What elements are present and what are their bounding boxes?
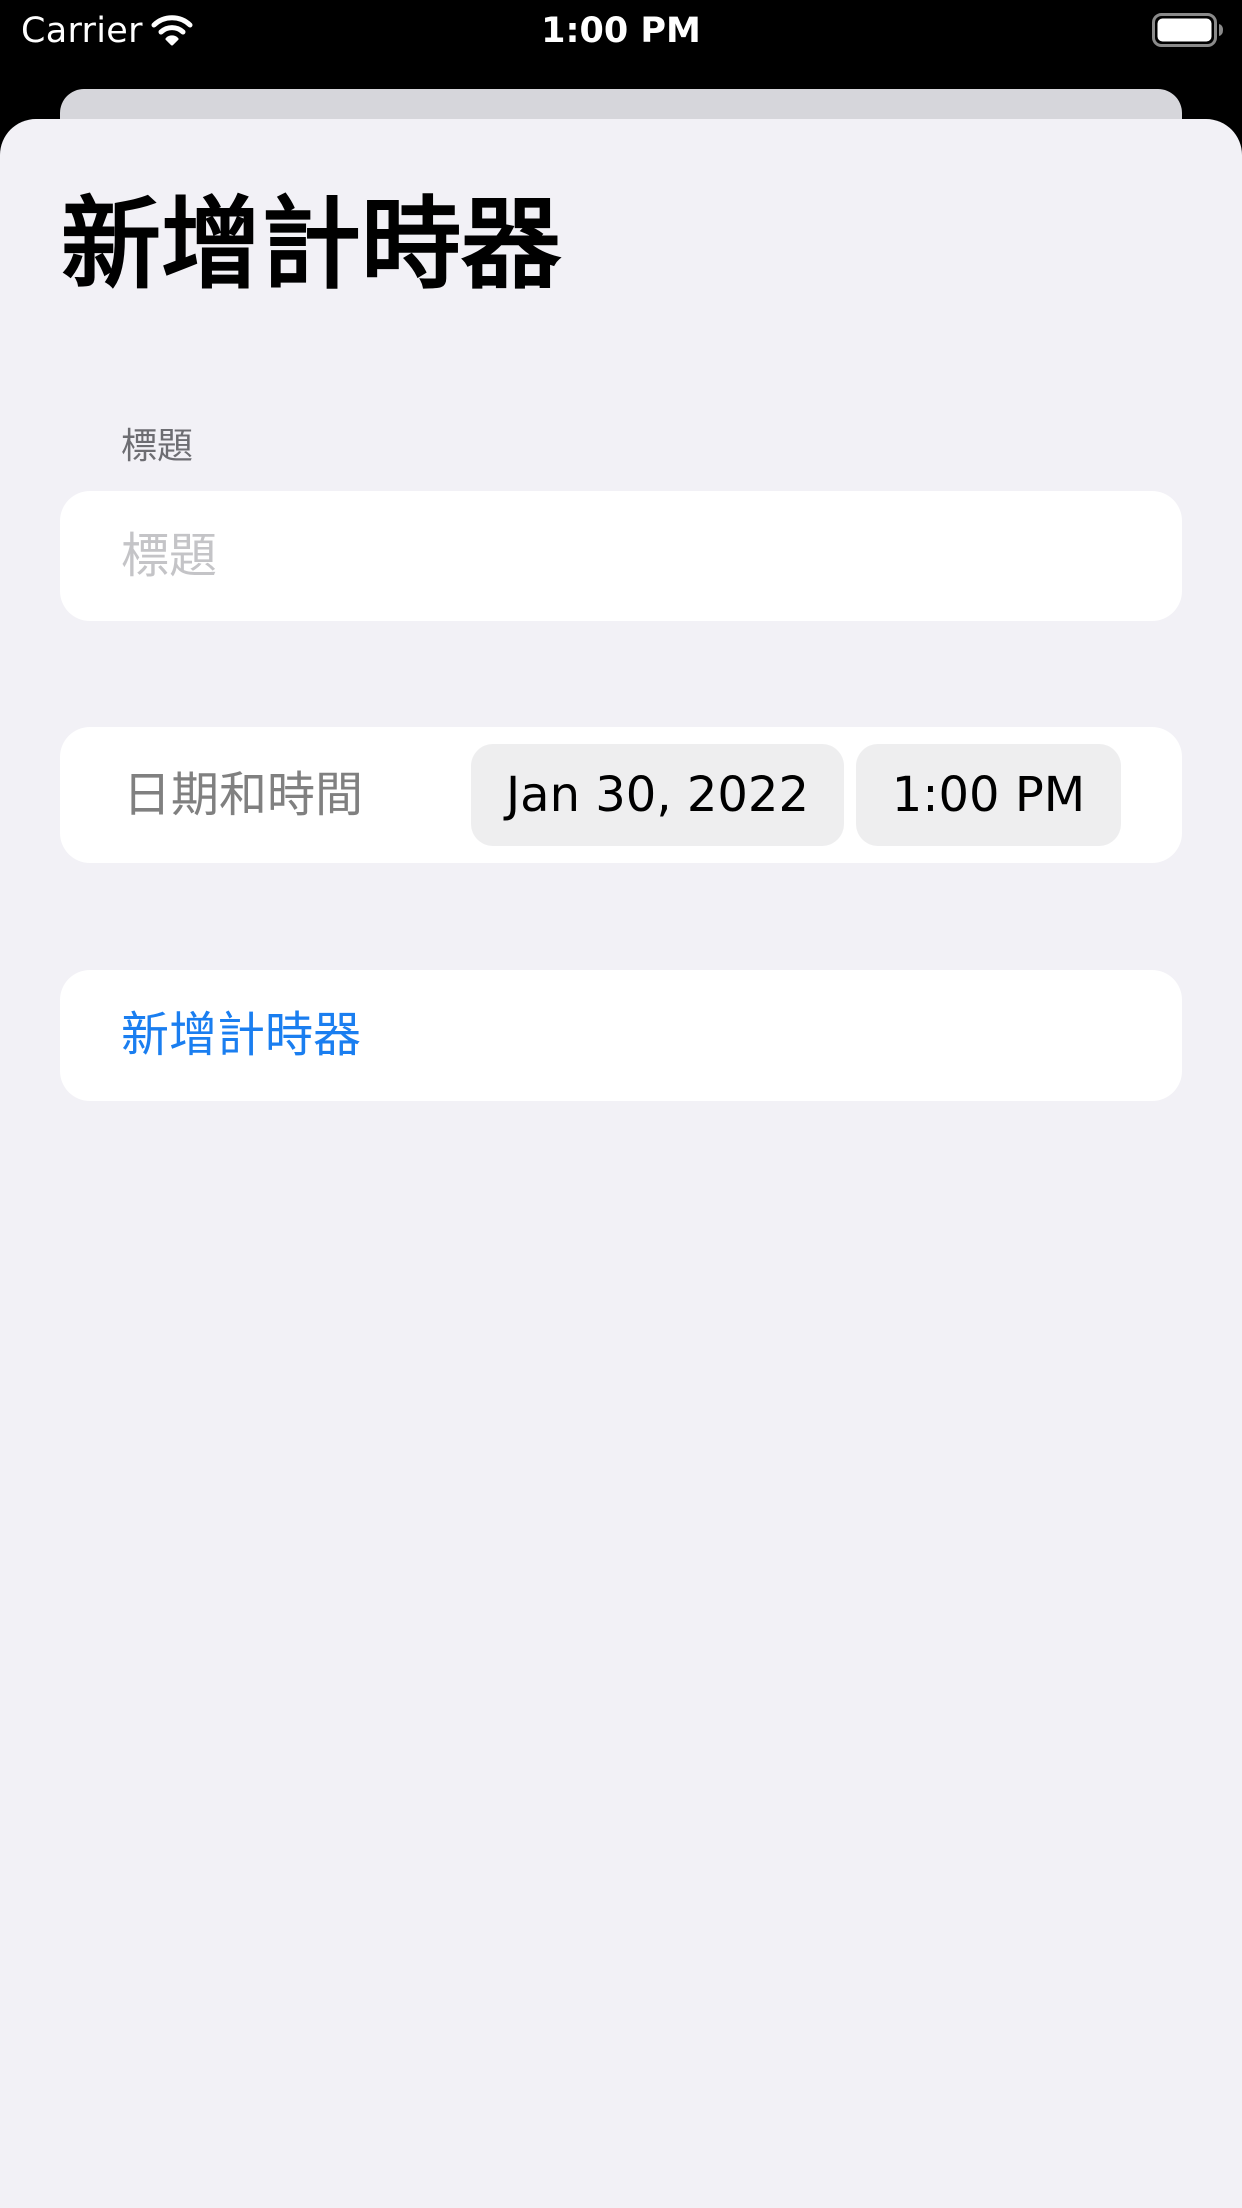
- page-title: 新增計時器: [61, 186, 561, 303]
- title-input[interactable]: [60, 491, 1182, 621]
- date-picker-button[interactable]: Jan 30, 2022: [471, 744, 844, 846]
- battery-icon: [1152, 13, 1224, 47]
- datetime-card: 日期和時間 Jan 30, 2022 1:00 PM: [60, 727, 1182, 863]
- status-bar: Carrier 1:00 PM: [0, 0, 1242, 62]
- time-picker-button[interactable]: 1:00 PM: [856, 744, 1121, 846]
- add-timer-card: 新增計時器: [60, 970, 1182, 1101]
- datetime-label: 日期和時間: [123, 767, 364, 823]
- screen: Carrier 1:00 PM 新增計時器 標題 日期和時間 Jan 30, 2…: [0, 0, 1242, 2208]
- status-time: 1:00 PM: [541, 11, 701, 51]
- title-section-header: 標題: [121, 426, 194, 467]
- title-field-card: [60, 491, 1182, 621]
- add-timer-button[interactable]: 新增計時器: [60, 970, 1182, 1101]
